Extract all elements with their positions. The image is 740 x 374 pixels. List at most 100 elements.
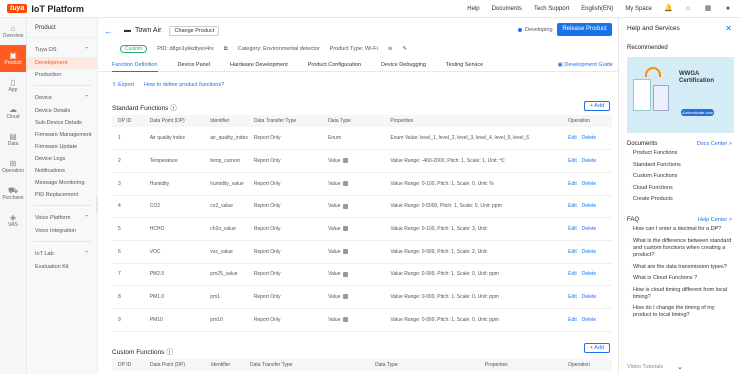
edit-button[interactable]: Edit xyxy=(568,203,577,209)
table-cell: pm10 xyxy=(204,308,248,332)
tab-device-debugging[interactable]: Device Debugging xyxy=(381,58,426,72)
nav-data[interactable]: ▤ Data xyxy=(0,126,26,153)
docs-center-link[interactable]: Docs Center > xyxy=(697,141,732,147)
value-type-icon xyxy=(343,226,349,232)
operation-cell: Edit Delete xyxy=(562,285,612,309)
chevron-down-icon[interactable]: ⌄ xyxy=(677,363,683,371)
edit-button[interactable]: Edit xyxy=(568,317,577,323)
add-standard-function-button[interactable]: + Add xyxy=(584,101,610,111)
delete-button[interactable]: Delete xyxy=(582,271,596,277)
edit-button[interactable]: Edit xyxy=(568,135,577,141)
delete-button[interactable]: Delete xyxy=(582,249,596,255)
edit-button[interactable]: Edit xyxy=(568,226,577,232)
tab-hardware-development[interactable]: Hardware Development xyxy=(230,58,288,72)
list-item[interactable]: How do I change the timing of my product… xyxy=(627,305,732,319)
delete-button[interactable]: Delete xyxy=(582,203,596,209)
development-guide-link[interactable]: ▣ Development Guide xyxy=(558,58,613,72)
export-link[interactable]: ⇪ Export xyxy=(112,82,134,88)
edit-icon[interactable]: ✎ xyxy=(402,46,407,52)
howto-link[interactable]: How to define product functions? xyxy=(144,82,224,88)
promo-banner[interactable]: WWGA Certification Authenticate now xyxy=(627,57,734,133)
add-custom-function-button[interactable]: + Add xyxy=(584,343,610,353)
main-content: ← ▬ Town Air Change Product Developing R… xyxy=(98,18,618,374)
change-product-select[interactable]: Change Product xyxy=(169,25,220,36)
status-badge: Developing xyxy=(518,27,553,33)
apps-grid-icon[interactable]: ▦ xyxy=(704,5,712,13)
avatar[interactable]: ● xyxy=(724,5,732,13)
language-select[interactable]: English(EN) xyxy=(581,6,613,12)
list-item[interactable]: Create Products xyxy=(627,196,732,203)
nav-operation[interactable]: ⊞ Operation xyxy=(0,153,26,180)
info-icon[interactable]: ⓘ xyxy=(166,349,173,356)
list-item[interactable]: Standard Functions xyxy=(627,162,732,169)
sidenav-item-voice-integration[interactable]: Voice Integration xyxy=(27,225,97,237)
nav-app[interactable]: ▯ App xyxy=(0,72,26,99)
delete-button[interactable]: Delete xyxy=(582,317,596,323)
edit-button[interactable]: Edit xyxy=(568,294,577,300)
list-item[interactable]: What is the difference between standard … xyxy=(627,238,732,259)
sidenav-item-pid-replacement[interactable]: PID Replacement xyxy=(27,189,97,201)
sidenav-item-firmware-update[interactable]: Firmware Update xyxy=(27,141,97,153)
edit-button[interactable]: Edit xyxy=(568,158,577,164)
delete-button[interactable]: Delete xyxy=(582,135,596,141)
list-item[interactable]: Custom Functions xyxy=(627,173,732,180)
edit-button[interactable]: Edit xyxy=(568,249,577,255)
back-arrow-icon[interactable]: ← xyxy=(104,26,114,36)
group-voice-platform[interactable]: Voice Platform ⌃ xyxy=(27,211,97,225)
sidenav-item-notifications[interactable]: Notifications xyxy=(27,165,97,177)
sidenav-item-firmware-management[interactable]: Firmware Management xyxy=(27,129,97,141)
authenticate-button[interactable]: Authenticate now xyxy=(681,109,714,116)
tab-product-configuration[interactable]: Product Configuration xyxy=(308,58,361,72)
product-sidenav: Product Tuya OS ⌃ Development Production … xyxy=(27,18,98,374)
tab-function-definition[interactable]: Function Definition xyxy=(112,58,158,72)
list-item[interactable]: What is Cloud Functions ? xyxy=(627,275,732,282)
delete-button[interactable]: Delete xyxy=(582,294,596,300)
help-panel: Help and Services ✕ Recommended WWGA Cert… xyxy=(618,18,740,374)
tab-device-panel[interactable]: Device Panel xyxy=(178,58,210,72)
delete-button[interactable]: Delete xyxy=(582,226,596,232)
list-item[interactable]: Cloud Functions xyxy=(627,185,732,192)
column-header: DP ID xyxy=(112,115,144,127)
logo[interactable]: tuya IoT Platform xyxy=(7,4,84,14)
bell-icon[interactable]: 🔔 xyxy=(664,5,673,13)
list-item[interactable]: How is cloud timing different from local… xyxy=(627,287,732,301)
sidenav-item-production[interactable]: Production xyxy=(27,69,97,81)
value-type-icon xyxy=(343,203,349,209)
delete-button[interactable]: Delete xyxy=(582,158,596,164)
device-image xyxy=(653,85,669,111)
delete-button[interactable]: Delete xyxy=(582,181,596,187)
help-link[interactable]: Help xyxy=(467,6,479,12)
list-item[interactable]: Product Functions xyxy=(627,150,732,157)
nav-purchase[interactable]: ⛟ Purchase xyxy=(0,180,26,207)
column-header: Data Type xyxy=(369,359,479,371)
edit-button[interactable]: Edit xyxy=(568,181,577,187)
sidenav-item-device-logs[interactable]: Device Logs xyxy=(27,153,97,165)
sidenav-item-message-monitoring[interactable]: Message Monitoring xyxy=(27,177,97,189)
info-icon[interactable]: ⓘ xyxy=(170,105,177,112)
nav-overview[interactable]: ⌂ Overview xyxy=(0,18,26,45)
documents-link[interactable]: Documents xyxy=(492,6,522,12)
edit-button[interactable]: Edit xyxy=(568,271,577,277)
column-header: Operation xyxy=(562,359,612,371)
group-device[interactable]: Device ⌃ xyxy=(27,91,97,105)
help-center-link[interactable]: Help Center > xyxy=(698,217,732,223)
release-product-button[interactable]: Release Product xyxy=(557,23,612,36)
my-space-select[interactable]: My Space xyxy=(625,6,652,12)
close-icon[interactable]: ✕ xyxy=(725,24,732,33)
wifi-icon xyxy=(645,67,661,77)
sidenav-item-sub-device-details[interactable]: Sub-Device Details xyxy=(27,117,97,129)
list-item[interactable]: What are the data transmission types? xyxy=(627,264,732,271)
nav-vas[interactable]: ◈ VAS xyxy=(0,207,26,234)
nav-product[interactable]: ▣ Product xyxy=(0,45,26,72)
sidenav-item-development[interactable]: Development xyxy=(27,57,97,69)
sidenav-item-device-details[interactable]: Device Details xyxy=(27,105,97,117)
notification-icon[interactable]: ⌂ xyxy=(684,5,692,13)
tab-testing-service[interactable]: Testing Service xyxy=(446,58,483,72)
group-tuya-os[interactable]: Tuya OS ⌃ xyxy=(27,43,97,57)
sidenav-item-evaluation-kit[interactable]: Evaluation Kit xyxy=(27,261,97,273)
group-iot-lab[interactable]: IoT Lab ⌃ xyxy=(27,247,97,261)
copy-icon[interactable]: ⧉ xyxy=(224,46,228,53)
nav-cloud[interactable]: ☁ Cloud xyxy=(0,99,26,126)
tech-support-link[interactable]: Tech Support xyxy=(534,6,569,12)
list-item[interactable]: How can I enter a decimal for a DP? xyxy=(627,226,732,233)
